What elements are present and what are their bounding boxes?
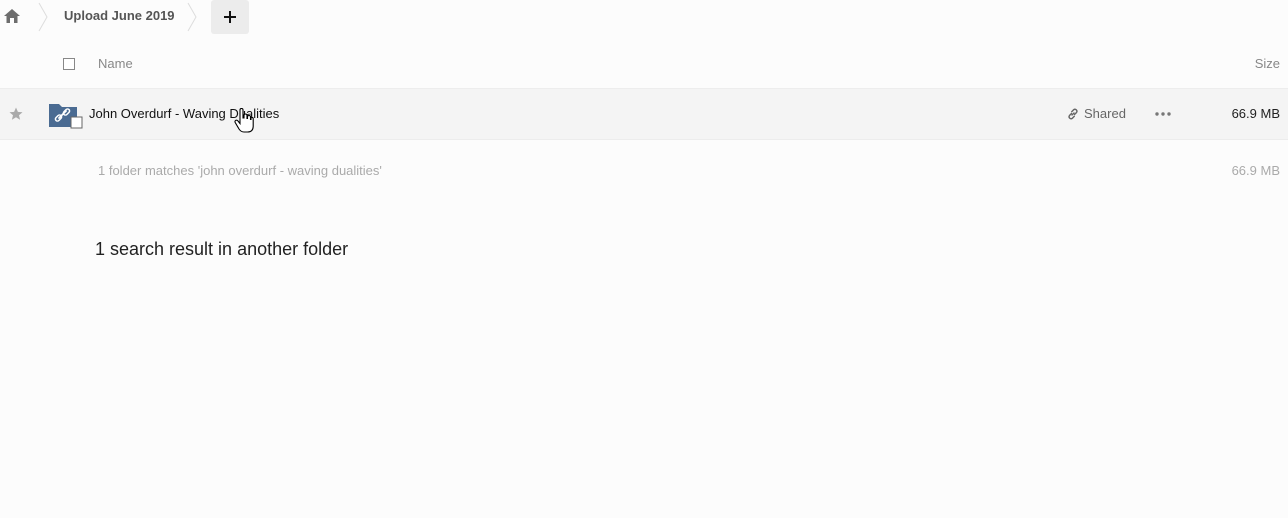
star-icon[interactable] — [8, 106, 24, 122]
shared-button[interactable]: Shared — [1066, 106, 1126, 121]
file-size: 66.9 MB — [1231, 106, 1280, 121]
new-item-button[interactable] — [211, 0, 249, 34]
search-summary: 1 folder matches 'john overdurf - waving… — [98, 163, 382, 178]
plus-icon — [224, 11, 236, 23]
other-folder-results-heading: 1 search result in another folder — [95, 239, 349, 259]
size-column-header[interactable]: Size — [1255, 56, 1280, 71]
more-actions-icon[interactable] — [1154, 106, 1172, 122]
file-row[interactable]: John Overdurf - Waving Dualities Shared … — [0, 89, 1288, 140]
file-list-header: Name Size — [0, 44, 1288, 89]
link-icon — [1068, 108, 1078, 119]
breadcrumb-separator-icon — [187, 2, 197, 32]
breadcrumb: Upload June 2019 — [0, 0, 300, 34]
breadcrumb-separator-icon — [38, 2, 48, 32]
summary-size: 66.9 MB — [1231, 163, 1280, 178]
shared-label: Shared — [1084, 106, 1126, 121]
name-column-header[interactable]: Name — [98, 56, 133, 71]
home-icon[interactable] — [3, 7, 21, 25]
file-name[interactable]: John Overdurf - Waving Dualities — [89, 106, 279, 121]
select-all-checkbox[interactable] — [63, 58, 75, 70]
breadcrumb-current-folder[interactable]: Upload June 2019 — [64, 8, 175, 23]
shared-folder-icon[interactable] — [48, 101, 84, 131]
